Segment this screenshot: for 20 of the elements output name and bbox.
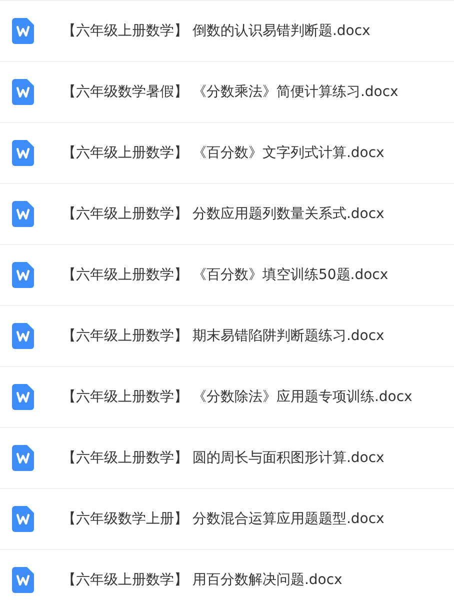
file-name[interactable]: 【六年级数学暑假】 《分数乘法》简便计算练习.docx [62, 83, 398, 101]
file-name[interactable]: 【六年级上册数学】 《百分数》填空训练50题.docx [62, 266, 388, 284]
document-icon [12, 262, 34, 288]
document-icon [12, 140, 34, 166]
file-name[interactable]: 【六年级上册数学】 《分数除法》应用题专项训练.docx [62, 388, 412, 406]
document-icon [12, 384, 34, 410]
document-icon [12, 506, 34, 532]
document-icon [12, 79, 34, 105]
file-name[interactable]: 【六年级上册数学】 圆的周长与面积图形计算.docx [62, 449, 384, 467]
document-icon [12, 18, 34, 44]
file-name[interactable]: 【六年级上册数学】 用百分数解决问题.docx [62, 571, 342, 589]
document-icon [12, 201, 34, 227]
file-name[interactable]: 【六年级上册数学】 期末易错陷阱判断题练习.docx [62, 327, 384, 345]
document-icon [12, 445, 34, 471]
file-name[interactable]: 【六年级数学上册】 分数混合运算应用题题型.docx [62, 510, 384, 528]
file-name[interactable]: 【六年级上册数学】 分数应用题列数量关系式.docx [62, 205, 384, 223]
document-icon [12, 567, 34, 593]
document-icon [12, 323, 34, 349]
file-name[interactable]: 【六年级上册数学】 倒数的认识易错判断题.docx [62, 22, 370, 40]
file-name[interactable]: 【六年级上册数学】 《百分数》文字列式计算.docx [62, 144, 384, 162]
